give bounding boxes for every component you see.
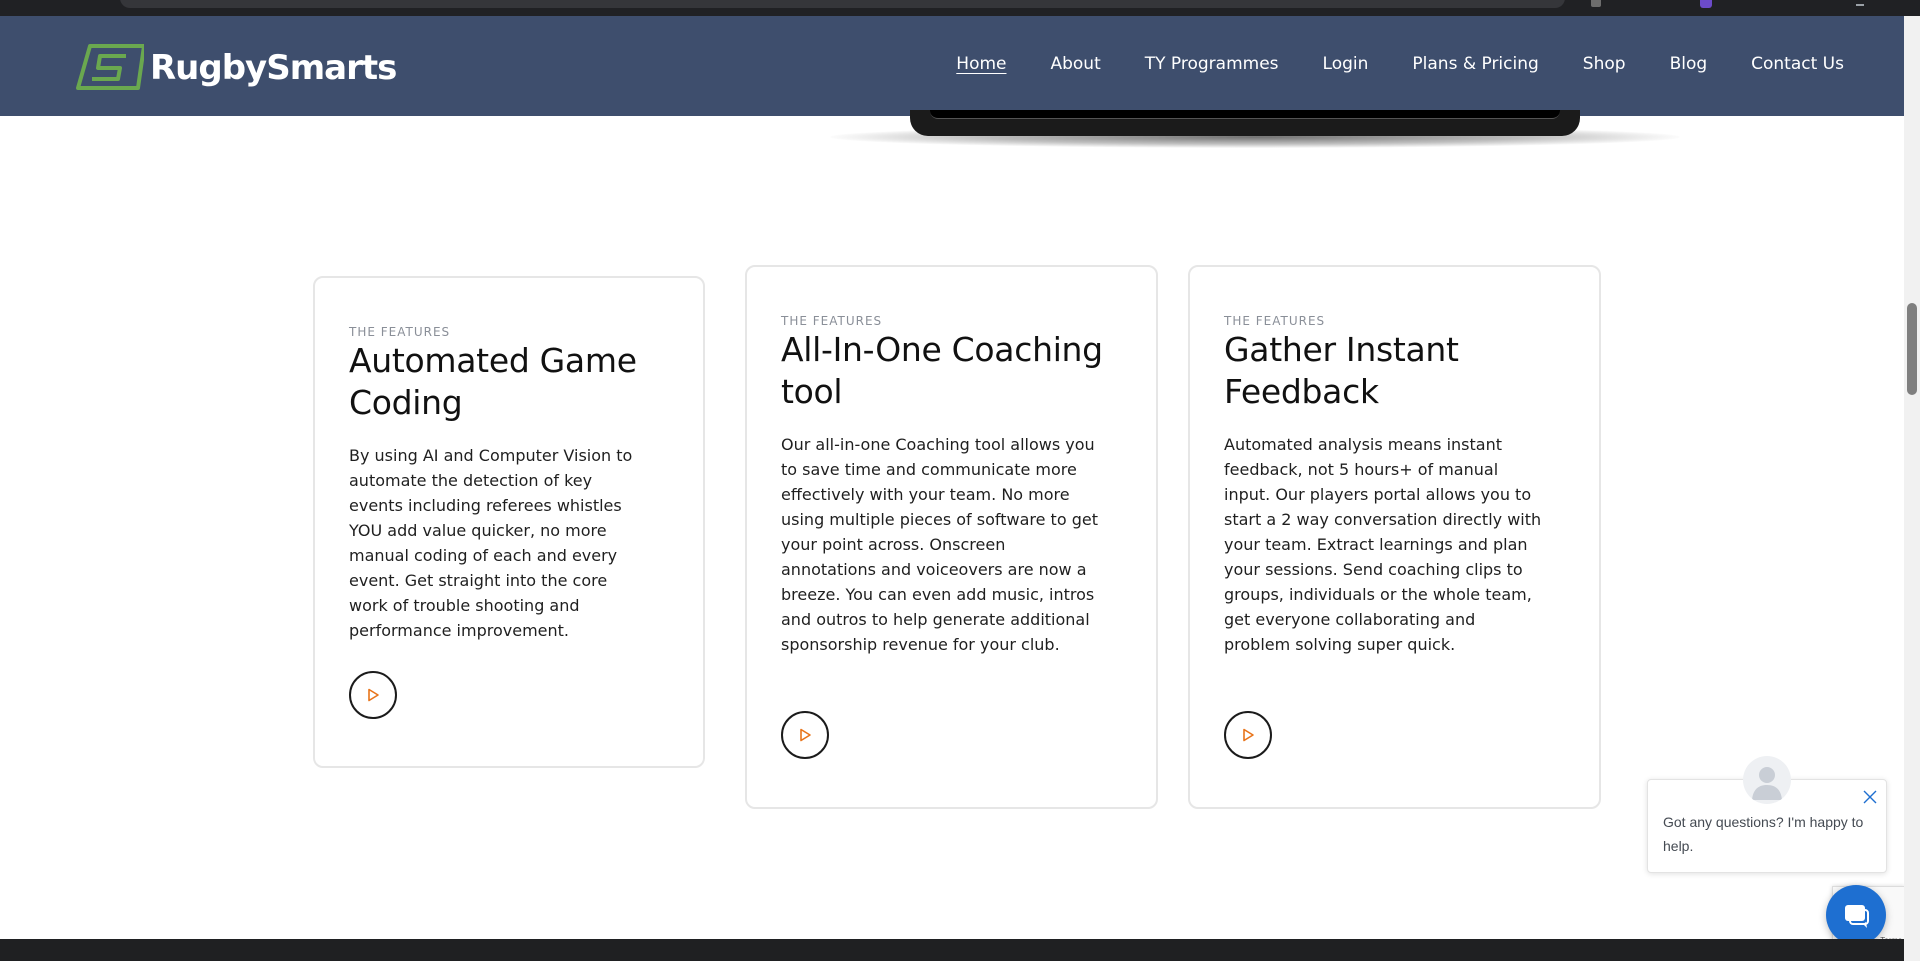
- user-avatar-icon: [1743, 756, 1791, 804]
- extension-icon[interactable]: [1700, 0, 1712, 8]
- chat-launcher-button[interactable]: [1826, 885, 1886, 945]
- nav-home[interactable]: Home: [956, 54, 1006, 74]
- close-icon[interactable]: [1861, 788, 1879, 806]
- play-video-button[interactable]: [1224, 711, 1272, 759]
- logo-mark-icon: [76, 44, 144, 90]
- feature-title: Automated Game Coding: [349, 341, 637, 422]
- feature-description: By using AI and Computer Vision to autom…: [349, 446, 633, 640]
- feature-card-automated-game-coding: THE FEATURES Automated Game Coding By us…: [313, 276, 705, 768]
- scrollbar-thumb[interactable]: [1907, 303, 1917, 395]
- nav-shop[interactable]: Shop: [1583, 54, 1626, 74]
- address-bar[interactable]: [120, 0, 1565, 8]
- nav-ty-programmes[interactable]: TY Programmes: [1145, 54, 1279, 74]
- play-video-button[interactable]: [781, 711, 829, 759]
- chat-greeting-text: Got any questions? I'm happy to help.: [1663, 814, 1864, 854]
- feature-title: Gather Instant Feedback: [1224, 330, 1459, 411]
- feature-card-all-in-one-coaching-tool: THE FEATURES All-In-One Coaching tool Ou…: [745, 265, 1158, 809]
- play-icon: [368, 688, 379, 702]
- site-header: RugbySmarts Home About TY Programmes Log…: [0, 16, 1904, 116]
- device-image: [910, 110, 1580, 136]
- play-video-button[interactable]: [349, 671, 397, 719]
- feature-title: All-In-One Coaching tool: [781, 330, 1103, 411]
- nav-blog[interactable]: Blog: [1670, 54, 1708, 74]
- page-scrollbar[interactable]: [1904, 16, 1920, 961]
- browser-menu-icon[interactable]: [1856, 0, 1864, 6]
- feature-description: Our all-in-one Coaching tool allows you …: [781, 435, 1098, 654]
- nav-login[interactable]: Login: [1323, 54, 1369, 74]
- play-icon: [800, 728, 811, 742]
- nav-about[interactable]: About: [1050, 54, 1100, 74]
- nav-contact-us[interactable]: Contact Us: [1751, 54, 1844, 74]
- feature-eyebrow: THE FEATURES: [349, 325, 451, 339]
- site-logo[interactable]: RugbySmarts: [76, 42, 397, 94]
- feature-description: Automated analysis means instant feedbac…: [1224, 435, 1542, 654]
- chat-icon: [1845, 905, 1869, 928]
- site-footer: [0, 939, 1904, 961]
- extension-icon[interactable]: [1591, 0, 1601, 7]
- feature-eyebrow: THE FEATURES: [781, 314, 883, 328]
- browser-toolbar: [0, 0, 1920, 16]
- nav-plans-pricing[interactable]: Plans & Pricing: [1412, 54, 1538, 74]
- brand-name: RugbySmarts: [150, 48, 397, 88]
- feature-eyebrow: THE FEATURES: [1224, 314, 1326, 328]
- main-nav: Home About TY Programmes Login Plans & P…: [912, 54, 1844, 74]
- feature-card-gather-instant-feedback: THE FEATURES Gather Instant Feedback Aut…: [1188, 265, 1601, 809]
- device-screen-edge: [930, 110, 1560, 119]
- play-icon: [1243, 728, 1254, 742]
